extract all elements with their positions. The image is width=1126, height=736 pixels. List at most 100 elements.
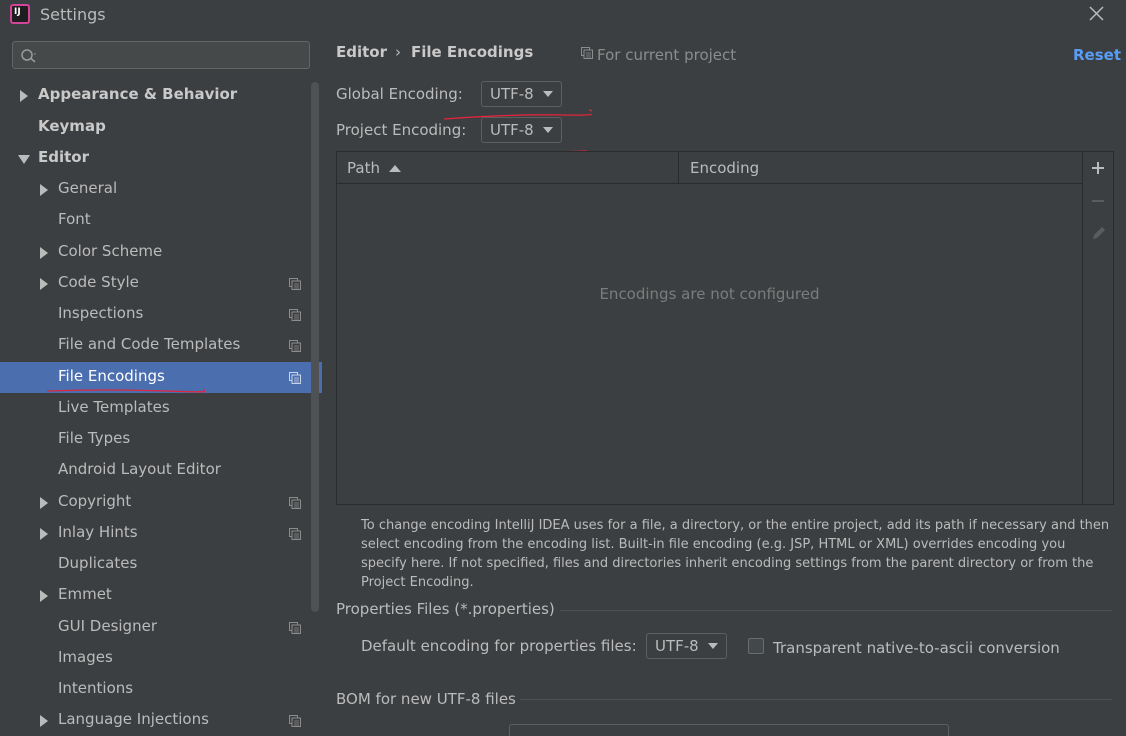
encodings-table[interactable]: Path Encoding Encodings are not configur… [336,151,1114,505]
column-divider[interactable] [678,152,679,183]
global-encoding-value: UTF-8 [490,85,534,103]
expand-arrow-icon[interactable] [37,277,51,291]
sidebar-item-gui-designer[interactable]: GUI Designer [0,612,322,643]
page-title: File Encodings [411,43,534,61]
transparent-native-to-ascii-checkbox[interactable] [748,638,764,654]
global-encoding-label: Global Encoding: [336,85,463,103]
sidebar-item-label: Duplicates [58,554,138,572]
sidebar-item-inlay-hints[interactable]: Inlay Hints [0,518,322,549]
sort-ascending-icon [389,165,401,172]
close-icon[interactable] [1083,0,1111,28]
search-icon [21,49,36,63]
sidebar-item-code-style[interactable]: Code Style [0,268,322,299]
table-toolbar [1082,152,1114,504]
sidebar-item-label: Copyright [58,492,132,510]
project-scope-icon [289,278,301,290]
transparent-native-to-ascii-label[interactable]: Transparent native-to-ascii conversion [773,639,1060,657]
add-icon[interactable] [1091,161,1105,175]
sidebar-item-images[interactable]: Images [0,643,322,674]
sidebar-item-label: General [58,179,118,197]
sidebar-item-label: Intentions [58,679,134,697]
sidebar-item-label: Code Style [58,273,139,291]
settings-search-input[interactable] [12,41,310,69]
sidebar-item-general[interactable]: General [0,174,322,205]
sidebar-item-intentions[interactable]: Intentions [0,674,322,705]
section-divider [520,699,1112,700]
scope-note: For current project [597,46,737,64]
collapse-arrow-icon[interactable] [17,152,31,166]
sidebar-item-label: Inlay Hints [58,523,138,541]
app-icon-text: IJ [14,7,21,17]
bom-section-title: BOM for new UTF-8 files [336,690,516,708]
project-scope-icon [289,528,301,540]
chevron-down-icon [708,643,718,649]
table-header: Path Encoding [337,152,1082,184]
sidebar-item-label: Editor [38,148,89,166]
sidebar-item-color-scheme[interactable]: Color Scheme [0,237,322,268]
expand-arrow-icon[interactable] [37,527,51,541]
expand-arrow-icon[interactable] [37,589,51,603]
reset-button[interactable]: Reset [1073,46,1121,64]
expand-arrow-icon[interactable] [17,89,31,103]
properties-section-title: Properties Files (*.properties) [336,600,555,618]
sidebar-item-keymap[interactable]: Keymap [0,112,322,143]
default-properties-encoding-value: UTF-8 [655,637,699,655]
sidebar-item-label: Android Layout Editor [58,460,221,478]
breadcrumb-separator: › [395,43,401,61]
sidebar-item-label: Font [58,210,91,228]
project-scope-icon [289,715,301,727]
remove-icon[interactable] [1091,194,1105,208]
project-scope-icon [289,497,301,509]
title-bar: IJ Settings [0,0,1126,30]
sidebar-item-duplicates[interactable]: Duplicates [0,549,322,580]
sidebar-item-android-layout-editor[interactable]: Android Layout Editor [0,455,322,486]
sidebar-item-file-encodings[interactable]: File Encodings [0,362,322,393]
section-divider [560,610,1112,611]
sidebar-item-label: Appearance & Behavior [38,85,238,103]
chevron-down-icon [543,127,553,133]
sidebar-item-label: File and Code Templates [58,335,241,353]
sidebar-item-label: Inspections [58,304,144,322]
breadcrumb-parent[interactable]: Editor [336,43,387,61]
default-properties-encoding-select[interactable]: UTF-8 [646,633,727,659]
sidebar-item-font[interactable]: Font [0,205,322,236]
sidebar-item-file-and-code-templates[interactable]: File and Code Templates [0,330,322,361]
project-scope-icon [289,622,301,634]
project-encoding-select[interactable]: UTF-8 [481,117,562,143]
sidebar-item-label: Keymap [38,117,106,135]
project-scope-icon [289,340,301,352]
edit-icon[interactable] [1091,225,1107,241]
sidebar-item-inspections[interactable]: Inspections [0,299,322,330]
sidebar-item-emmet[interactable]: Emmet [0,580,322,611]
window-title: Settings [40,5,106,24]
project-scope-icon [289,309,301,321]
project-scope-icon [581,47,593,59]
sidebar-item-appearance-behavior[interactable]: Appearance & Behavior [0,80,322,111]
sidebar-item-language-injections[interactable]: Language Injections [0,705,322,730]
project-encoding-label: Project Encoding: [336,121,467,139]
column-header-encoding[interactable]: Encoding [690,159,759,177]
settings-content: Editor › File Encodings For current proj… [322,30,1126,736]
sidebar-item-file-types[interactable]: File Types [0,424,322,455]
default-properties-encoding-label: Default encoding for properties files: [361,637,637,655]
intellij-app-icon: IJ [10,4,30,24]
settings-sidebar: Appearance & Behavior Keymap Editor Gene… [0,30,322,730]
bom-select-partial[interactable] [509,724,949,736]
expand-arrow-icon[interactable] [37,714,51,728]
column-header-path[interactable]: Path [347,159,380,177]
chevron-down-icon [543,91,553,97]
project-scope-icon [289,372,301,384]
expand-arrow-icon[interactable] [37,183,51,197]
sidebar-item-copyright[interactable]: Copyright [0,487,322,518]
sidebar-scrollbar[interactable] [311,82,319,612]
sidebar-item-editor[interactable]: Editor [0,143,322,174]
sidebar-item-label: Language Injections [58,710,209,728]
sidebar-item-label: Emmet [58,585,112,603]
sidebar-item-label: GUI Designer [58,617,157,635]
close-window-button[interactable] [1083,0,1111,28]
expand-arrow-icon[interactable] [37,246,51,260]
expand-arrow-icon[interactable] [37,496,51,510]
sidebar-item-label: File Encodings [58,367,165,385]
global-encoding-select[interactable]: UTF-8 [481,81,562,107]
sidebar-item-live-templates[interactable]: Live Templates [0,393,322,424]
